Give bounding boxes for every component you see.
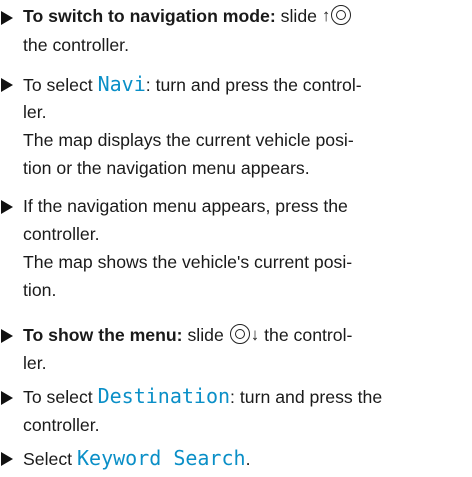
bullet-triangle-icon	[1, 452, 13, 467]
step-text: To select	[23, 387, 98, 408]
step-result-text: The map displays the current vehicle pos…	[23, 130, 354, 151]
bullet-triangle-icon	[1, 199, 13, 214]
step-text: the controller.	[23, 34, 129, 55]
controller-icon	[229, 323, 251, 345]
step-result-text: The map shows the vehicle's current posi…	[23, 252, 353, 273]
controller-icon	[330, 4, 352, 26]
menu-item-keyword-search: Keyword Search	[76, 446, 246, 471]
step-result-text: tion or the navigation menu appears.	[23, 158, 310, 179]
step-text: ler.	[23, 101, 47, 122]
step-text: the control-	[259, 324, 353, 345]
step-text: controller.	[23, 414, 100, 435]
bullet-triangle-icon	[1, 10, 13, 25]
menu-item-destination: Destination	[97, 384, 231, 409]
step-heading: To switch to navigation mode:	[23, 6, 276, 27]
bullet-triangle-icon	[1, 390, 13, 405]
step-text: controller.	[23, 223, 100, 244]
step-heading: To show the menu:	[23, 324, 183, 345]
arrow-up-icon: ↑	[321, 6, 331, 26]
step-text: If the navigation menu appears, press th…	[23, 195, 348, 216]
step-text: slide	[182, 324, 229, 345]
menu-item-navi: Navi	[97, 71, 146, 96]
step-result-text: tion.	[23, 280, 57, 301]
bullet-triangle-icon	[1, 77, 13, 92]
step-text: : turn and press the control-	[145, 74, 362, 95]
arrow-down-icon: ↓	[250, 324, 260, 344]
step-text: .	[245, 449, 251, 470]
step-text: slide	[275, 6, 322, 27]
step-text: ler.	[23, 352, 47, 373]
bullet-triangle-icon	[1, 328, 13, 343]
step-text: Select	[23, 449, 77, 470]
step-text: To select	[23, 74, 98, 95]
step-text: : turn and press the	[230, 387, 383, 408]
